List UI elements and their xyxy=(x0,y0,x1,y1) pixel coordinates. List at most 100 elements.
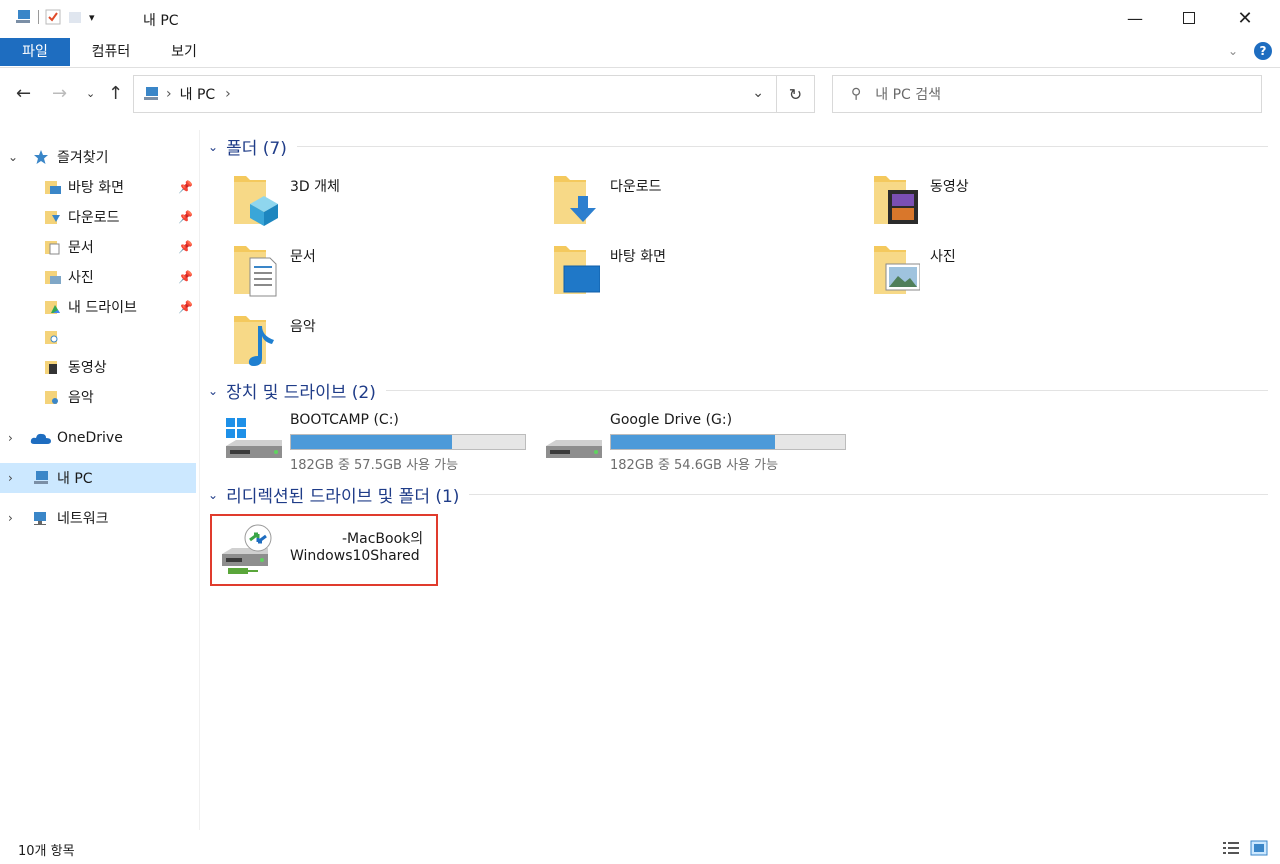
folder-label: 바탕 화면 xyxy=(610,249,666,265)
group-divider xyxy=(469,494,1268,495)
nav-item-desktop[interactable]: 바탕 화면 📌 xyxy=(0,172,196,202)
nav-item-my-drive[interactable]: 내 드라이브 📌 xyxy=(0,292,196,322)
user-folder-icon xyxy=(45,331,58,344)
drive-free-space: 182GB 중 57.5GB 사용 가능 xyxy=(290,458,459,473)
properties-icon[interactable] xyxy=(45,9,61,25)
folder-label: 사진 xyxy=(930,249,956,265)
address-bar[interactable]: › 내 PC › ⌄ ↻ xyxy=(133,75,815,113)
search-box[interactable]: ⚲ 내 PC 검색 xyxy=(832,75,1262,113)
network-drive-icon xyxy=(222,524,272,574)
ribbon: 파일 컴퓨터 보기 ⌄ ? xyxy=(0,36,1280,68)
nav-label: 음악 xyxy=(68,390,94,406)
group-collapse-icon[interactable]: ⌄ xyxy=(208,384,218,398)
forward-icon[interactable]: → xyxy=(52,83,67,104)
nav-this-pc[interactable]: › 내 PC xyxy=(0,463,196,493)
pin-icon[interactable]: 📌 xyxy=(178,210,193,224)
3d-objects-folder-icon xyxy=(234,176,278,226)
drive-free-space: 182GB 중 54.6GB 사용 가능 xyxy=(610,458,779,473)
address-dropdown-icon[interactable]: ⌄ xyxy=(752,85,764,101)
this-pc-icon xyxy=(16,10,30,23)
pin-icon[interactable]: 📌 xyxy=(178,180,193,194)
tab-view[interactable]: 보기 xyxy=(156,38,212,66)
nav-onedrive[interactable]: › OneDrive xyxy=(0,423,196,453)
breadcrumb-this-pc[interactable]: 내 PC xyxy=(180,84,216,104)
nav-network[interactable]: › 네트워크 xyxy=(0,503,196,533)
videos-folder-icon xyxy=(874,176,918,224)
new-folder-icon[interactable] xyxy=(67,9,83,25)
title-bar: ▾ 내 PC — ✕ xyxy=(0,0,1280,36)
drive-google-drive[interactable]: Google Drive (G:) 182GB 중 54.6GB 사용 가능 xyxy=(528,412,848,476)
back-icon[interactable]: ← xyxy=(16,83,31,104)
address-row: ← → ⌄ ↑ › 내 PC › ⌄ ↻ ⚲ 내 PC 검색 xyxy=(0,69,1280,119)
drive-bootcamp[interactable]: BOOTCAMP (C:) 182GB 중 57.5GB 사용 가능 xyxy=(208,412,528,476)
hard-drive-icon xyxy=(546,440,602,458)
nav-item-downloads[interactable]: 다운로드 📌 xyxy=(0,202,196,232)
folder-3d-objects[interactable]: 3D 개체 xyxy=(208,170,508,234)
minimize-icon[interactable]: — xyxy=(1112,0,1158,36)
refresh-icon[interactable]: ↻ xyxy=(776,76,814,112)
breadcrumb-chevron-icon[interactable]: › xyxy=(225,86,231,102)
nav-item-music[interactable]: 음악 xyxy=(0,382,196,412)
folder-pictures[interactable]: 사진 xyxy=(848,240,1148,304)
group-collapse-icon[interactable]: ⌄ xyxy=(208,140,218,154)
collapse-chevron-icon[interactable]: › xyxy=(8,511,13,525)
downloads-folder-icon xyxy=(554,176,596,224)
quick-access-toolbar: ▾ xyxy=(14,9,95,25)
nav-quick-access[interactable]: ⌄ 즐겨찾기 xyxy=(0,142,196,172)
group-header-drives[interactable]: ⌄ 장치 및 드라이브 (2) xyxy=(208,378,1268,403)
nav-label: 즐겨찾기 xyxy=(57,150,109,166)
item-count: 10개 항목 xyxy=(18,844,75,859)
customize-toolbar-icon[interactable]: ▾ xyxy=(89,11,95,24)
pin-icon[interactable]: 📌 xyxy=(178,300,193,314)
nav-item-pictures[interactable]: 사진 📌 xyxy=(0,262,196,292)
group-title: 폴더 (7) xyxy=(226,139,287,159)
expand-chevron-icon[interactable]: ⌄ xyxy=(8,150,18,164)
folder-downloads[interactable]: 다운로드 xyxy=(528,170,828,234)
folder-documents[interactable]: 문서 xyxy=(208,240,508,304)
nav-label: 내 드라이브 xyxy=(68,300,137,316)
tab-computer[interactable]: 컴퓨터 xyxy=(80,38,142,66)
help-icon[interactable]: ? xyxy=(1254,42,1272,60)
drive-usage-fill xyxy=(291,435,453,449)
details-view-icon[interactable] xyxy=(1222,840,1240,856)
redirected-drive-item[interactable]: -MacBook의 Windows10Shared xyxy=(210,514,438,586)
status-bar: 10개 항목 xyxy=(0,834,1280,864)
drive-name: BOOTCAMP (C:) xyxy=(290,412,399,428)
nav-item-documents[interactable]: 문서 📌 xyxy=(0,232,196,262)
search-icon: ⚲ xyxy=(851,86,862,102)
close-icon[interactable]: ✕ xyxy=(1222,0,1268,36)
group-title: 장치 및 드라이브 (2) xyxy=(226,383,376,403)
documents-folder-icon xyxy=(234,246,277,297)
redirected-drive-name-line2: Windows10Shared xyxy=(290,548,420,564)
nav-label: 사진 xyxy=(68,270,94,286)
drive-usage-bar xyxy=(610,434,846,450)
nav-label: 동영상 xyxy=(68,360,107,376)
redirected-drive-name-line1: -MacBook의 xyxy=(342,531,424,547)
nav-label: OneDrive xyxy=(57,430,123,446)
pin-icon[interactable]: 📌 xyxy=(178,270,193,284)
folder-desktop[interactable]: 바탕 화면 xyxy=(528,240,828,304)
google-drive-folder-icon xyxy=(45,301,60,314)
group-header-folders[interactable]: ⌄ 폴더 (7) xyxy=(208,134,1268,159)
group-header-redirected[interactable]: ⌄ 리디렉션된 드라이브 및 폴더 (1) xyxy=(208,482,1268,507)
tab-file[interactable]: 파일 xyxy=(0,38,70,66)
folder-videos[interactable]: 동영상 xyxy=(848,170,1148,234)
up-icon[interactable]: ↑ xyxy=(108,83,123,104)
search-placeholder: 내 PC 검색 xyxy=(875,87,942,103)
folder-label: 음악 xyxy=(290,319,316,335)
collapse-chevron-icon[interactable]: › xyxy=(8,431,13,445)
this-pc-icon xyxy=(144,87,158,100)
maximize-icon[interactable] xyxy=(1166,0,1212,36)
group-collapse-icon[interactable]: ⌄ xyxy=(208,488,218,502)
pin-icon[interactable]: 📌 xyxy=(178,240,193,254)
large-icons-view-icon[interactable] xyxy=(1250,840,1268,856)
documents-folder-icon xyxy=(45,241,60,255)
collapse-chevron-icon[interactable]: › xyxy=(8,471,13,485)
expand-ribbon-icon[interactable]: ⌄ xyxy=(1228,44,1238,58)
folder-music[interactable]: 음악 xyxy=(208,310,508,374)
recent-locations-icon[interactable]: ⌄ xyxy=(86,87,95,100)
nav-item-user[interactable] xyxy=(0,322,196,352)
drive-usage-bar xyxy=(290,434,526,450)
pictures-folder-icon xyxy=(874,246,920,294)
nav-item-videos[interactable]: 동영상 xyxy=(0,352,196,382)
